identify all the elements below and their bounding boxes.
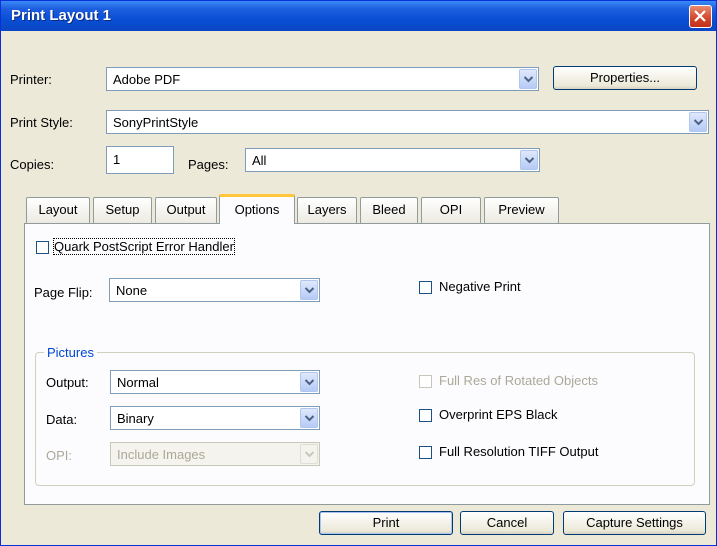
pages-select[interactable]: All xyxy=(245,148,540,172)
printer-select[interactable]: Adobe PDF xyxy=(106,67,539,91)
print-style-label: Print Style: xyxy=(10,115,73,130)
data-value: Binary xyxy=(117,411,154,426)
close-icon xyxy=(694,10,706,22)
pages-value: All xyxy=(252,153,267,168)
print-style-dropdown-button[interactable] xyxy=(689,112,707,132)
full-res-tiff-label[interactable]: Full Resolution TIFF Output xyxy=(439,444,598,459)
opi-select: Include Images xyxy=(110,442,320,466)
pictures-group-label: Pictures xyxy=(44,345,97,360)
copies-value: 1 xyxy=(113,152,121,167)
page-flip-value: None xyxy=(116,283,148,298)
print-style-select[interactable]: SonyPrintStyle xyxy=(106,110,709,134)
chevron-down-icon xyxy=(305,287,314,294)
tab-output[interactable]: Output xyxy=(155,197,217,223)
chevron-down-icon xyxy=(524,76,533,83)
output-dropdown-button[interactable] xyxy=(300,372,318,392)
printer-value: Adobe PDF xyxy=(113,72,181,87)
printer-dropdown-button[interactable] xyxy=(519,69,537,89)
error-handler-checkbox[interactable] xyxy=(36,241,49,254)
opi-dropdown-button xyxy=(300,444,318,464)
chevron-down-icon xyxy=(305,379,314,386)
properties-button[interactable]: Properties... xyxy=(553,66,697,90)
chevron-down-icon xyxy=(525,157,534,164)
print-style-value: SonyPrintStyle xyxy=(113,115,199,130)
output-value: Normal xyxy=(117,375,159,390)
negative-print-checkbox[interactable] xyxy=(419,281,432,294)
printer-label: Printer: xyxy=(10,72,52,87)
window-title: Print Layout 1 xyxy=(11,7,112,24)
opi-value: Include Images xyxy=(117,447,206,462)
data-dropdown-button[interactable] xyxy=(300,408,318,428)
opi-label: OPI: xyxy=(46,448,73,463)
full-res-rotated-label: Full Res of Rotated Objects xyxy=(439,373,598,388)
tab-setup[interactable]: Setup xyxy=(93,197,152,223)
copies-label: Copies: xyxy=(10,157,55,172)
page-flip-dropdown-button[interactable] xyxy=(300,280,318,300)
page-flip-select[interactable]: None xyxy=(109,278,320,302)
overprint-eps-black-checkbox[interactable] xyxy=(419,409,432,422)
tab-layers[interactable]: Layers xyxy=(297,197,357,223)
close-button[interactable] xyxy=(689,5,712,28)
pages-label: Pages: xyxy=(188,157,229,172)
overprint-eps-black-label[interactable]: Overprint EPS Black xyxy=(439,407,558,422)
tab-options[interactable]: Options xyxy=(219,194,295,224)
tab-opi[interactable]: OPI xyxy=(421,197,481,223)
chevron-down-icon xyxy=(305,451,314,458)
cancel-button[interactable]: Cancel xyxy=(460,511,554,535)
pages-dropdown-button[interactable] xyxy=(520,150,538,170)
print-button[interactable]: Print xyxy=(319,511,453,535)
data-select[interactable]: Binary xyxy=(110,406,320,430)
chevron-down-icon xyxy=(694,119,703,126)
tab-preview[interactable]: Preview xyxy=(484,197,559,223)
chevron-down-icon xyxy=(305,415,314,422)
page-flip-label: Page Flip: xyxy=(34,285,93,300)
capture-settings-button[interactable]: Capture Settings xyxy=(563,511,706,535)
data-label: Data: xyxy=(46,412,78,427)
full-res-tiff-checkbox[interactable] xyxy=(419,446,432,459)
copies-input[interactable]: 1 xyxy=(106,146,174,174)
output-select[interactable]: Normal xyxy=(110,370,320,394)
output-label: Output: xyxy=(46,375,89,390)
tab-bleed[interactable]: Bleed xyxy=(360,197,418,223)
negative-print-label[interactable]: Negative Print xyxy=(439,279,521,294)
tab-layout[interactable]: Layout xyxy=(26,197,90,223)
full-res-rotated-checkbox xyxy=(419,375,432,388)
error-handler-label[interactable]: Quark PostScript Error Handler xyxy=(53,238,235,255)
title-bar[interactable]: Print Layout 1 xyxy=(1,1,716,31)
